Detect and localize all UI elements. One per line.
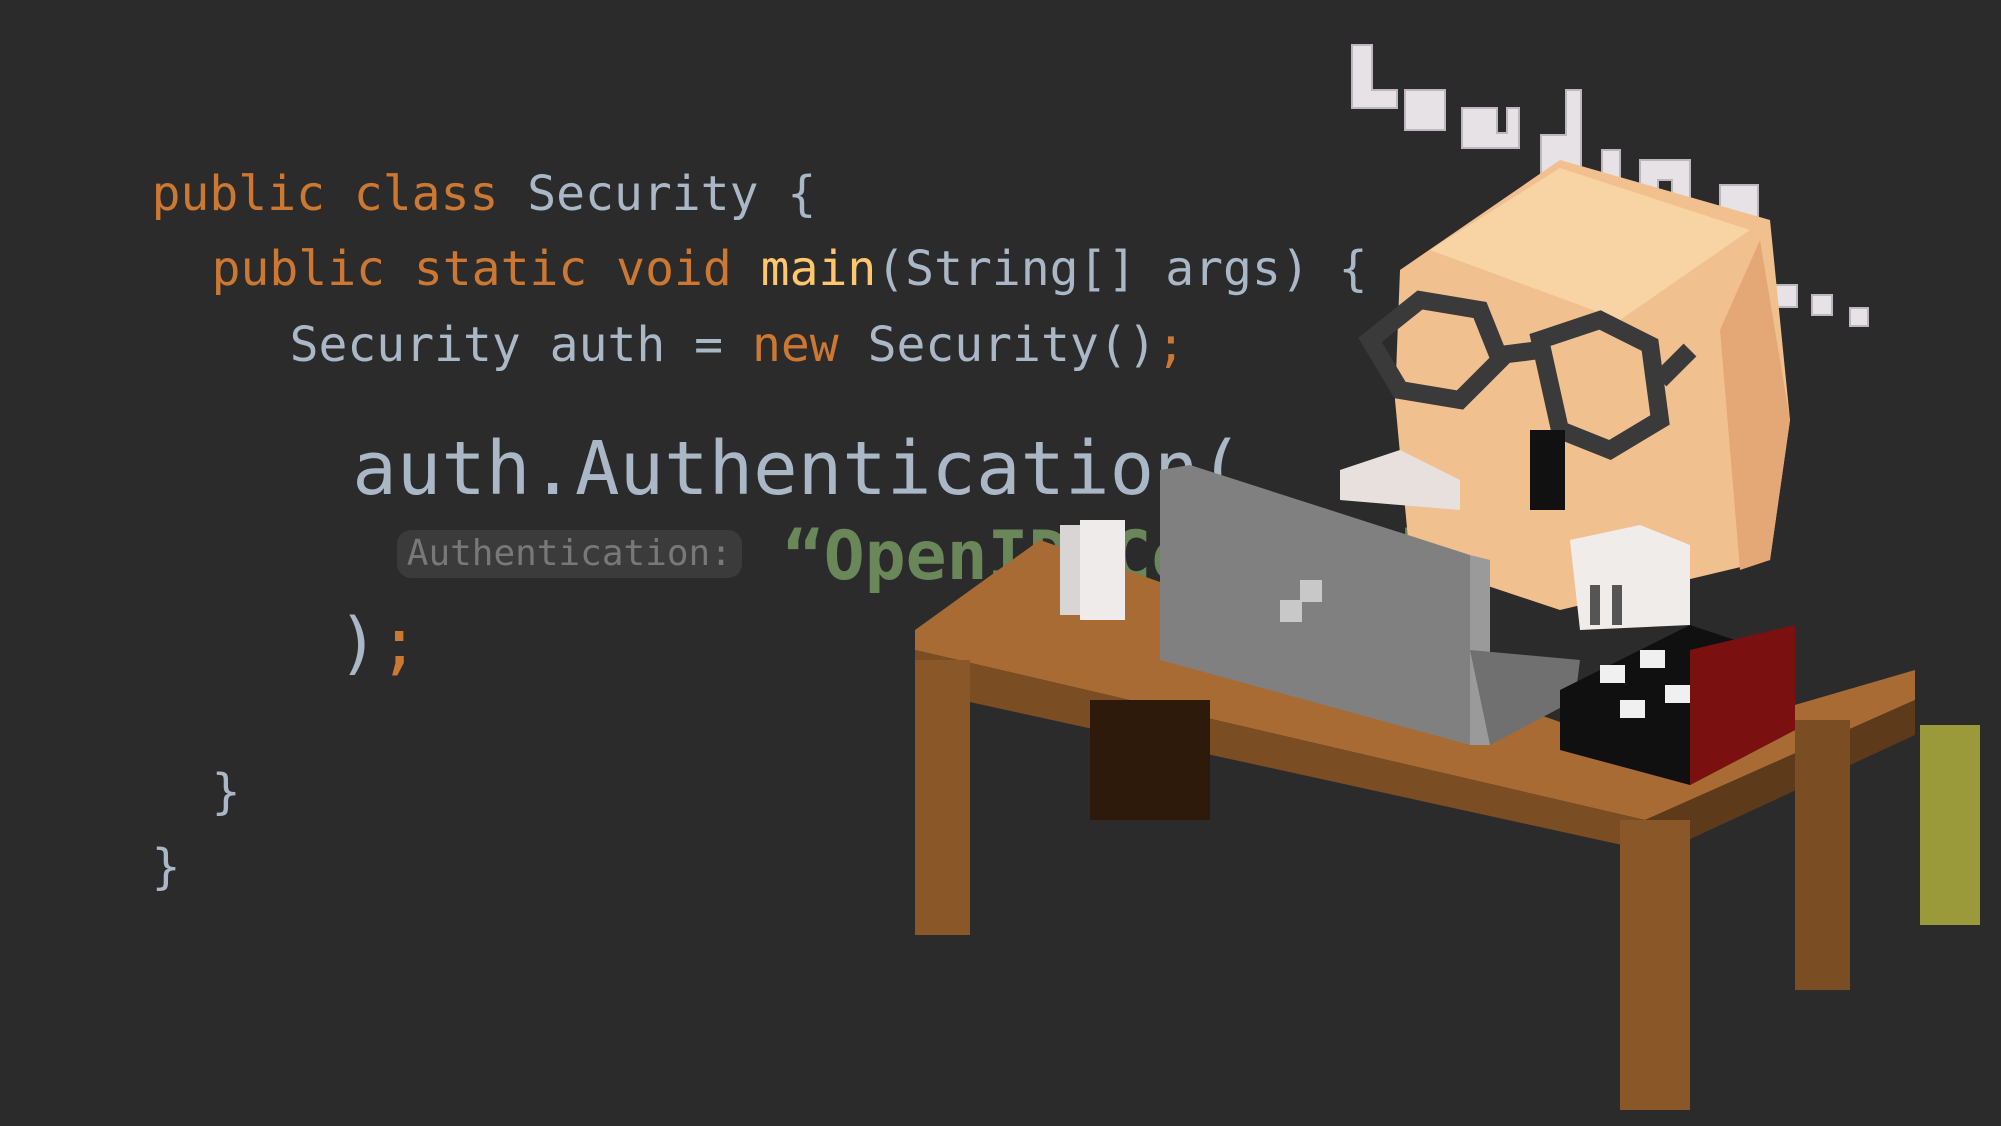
- semicolon-token: ;: [378, 604, 420, 683]
- close-brace-token: }: [211, 764, 241, 820]
- voxel-illustration: Loading...: [915, 44, 1980, 1110]
- mug-icon: [1060, 520, 1125, 620]
- close-paren-token: ): [337, 604, 379, 683]
- close-brace-token: }: [151, 839, 181, 895]
- code-line-6: );: [174, 542, 420, 746]
- parameter-hint: Authentication:: [396, 530, 742, 579]
- code-line-8: }: [36, 795, 181, 939]
